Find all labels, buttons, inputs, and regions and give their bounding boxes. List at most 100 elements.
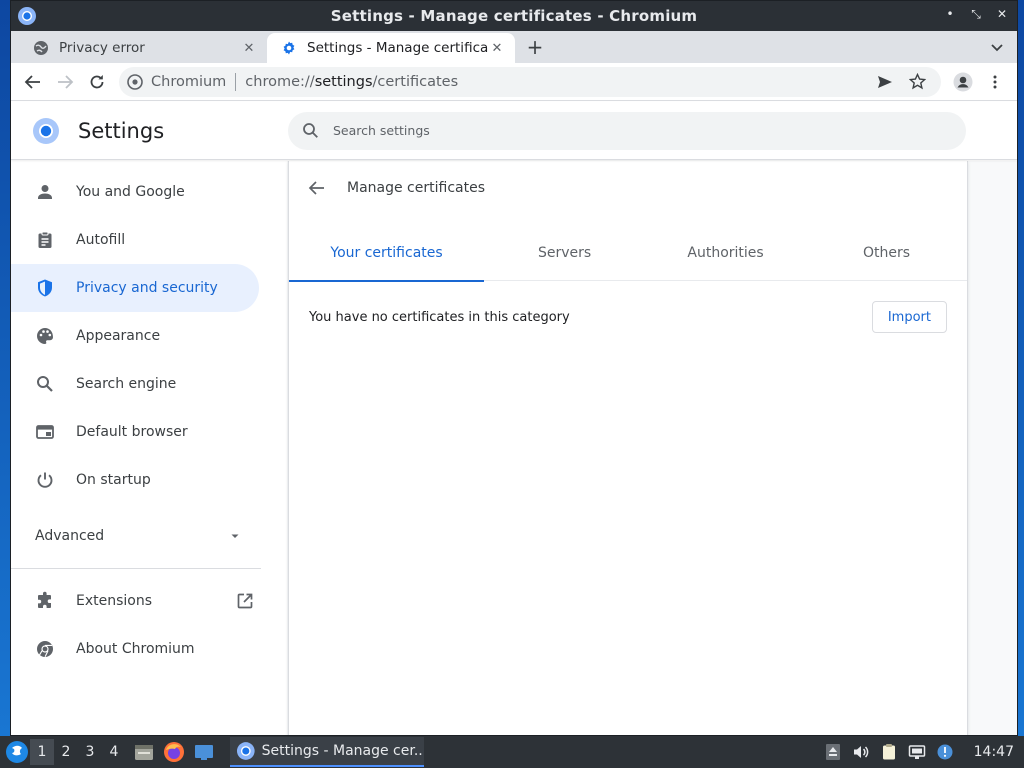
clock: 14:47 — [973, 744, 1014, 760]
network-icon[interactable] — [908, 743, 926, 761]
gear-icon — [283, 41, 295, 55]
sidebar-item-label: On startup — [76, 472, 151, 488]
tab-label: Privacy error — [59, 40, 145, 56]
manage-certificates-card: Manage certificates Your certificates Se… — [288, 161, 968, 735]
chromium-logo-icon — [33, 117, 59, 144]
import-button[interactable]: Import — [871, 301, 947, 333]
palette-icon — [37, 328, 53, 344]
reload-button[interactable] — [81, 66, 113, 98]
site-chip: Chromium — [151, 73, 227, 90]
address-bar[interactable]: Chromium chrome://settings/certificates — [119, 66, 941, 98]
sidebar-item-label: Autofill — [76, 232, 126, 248]
sidebar-item-appearance[interactable]: Appearance — [11, 312, 259, 360]
send-icon — [878, 75, 892, 88]
send-tab-button[interactable] — [869, 66, 901, 98]
taskbar: 1 2 3 4 Settings - Manage cer... 14:47 — [0, 736, 1024, 768]
workspace-4[interactable]: 4 — [102, 739, 126, 765]
new-tab-button[interactable]: + — [521, 33, 549, 61]
tab-your-certificates[interactable]: Your certificates — [289, 225, 485, 282]
browser-window: Settings - Manage certificates - Chromiu… — [10, 0, 1018, 736]
sidebar-advanced-toggle[interactable]: Advanced — [11, 512, 259, 560]
chromium-icon — [236, 742, 255, 760]
menu-button[interactable] — [979, 66, 1011, 98]
star-icon — [908, 73, 926, 90]
back-button[interactable] — [17, 66, 49, 98]
sidebar-divider — [11, 568, 261, 569]
omnibox-divider — [235, 72, 237, 91]
taskbar-task-chromium[interactable]: Settings - Manage cer... — [230, 737, 424, 767]
back-arrow-icon[interactable] — [307, 178, 327, 198]
tab-others[interactable]: Others — [806, 225, 967, 281]
avatar-icon — [953, 72, 973, 91]
sidebar-item-you-and-google[interactable]: You and Google — [11, 168, 259, 216]
open-in-new-icon — [237, 593, 253, 609]
shield-icon — [38, 279, 52, 297]
search-icon — [303, 123, 318, 138]
window-title: Settings - Manage certificates - Chromiu… — [330, 7, 698, 25]
minimize-button[interactable]: • — [943, 7, 957, 22]
chrome-logo-icon — [127, 73, 143, 90]
sidebar-item-label: You and Google — [76, 184, 185, 200]
tab-settings[interactable]: Settings - Manage certifica ✕ — [267, 33, 515, 63]
sidebar-item-default-browser[interactable]: Default browser — [11, 408, 259, 456]
forward-button[interactable] — [49, 66, 81, 98]
tab-authorities[interactable]: Authorities — [645, 225, 806, 281]
sidebar-item-label: Search engine — [76, 376, 177, 392]
workspace-3[interactable]: 3 — [78, 739, 102, 765]
tab-privacy-error[interactable]: Privacy error ✕ — [19, 33, 267, 63]
window-titlebar[interactable]: Settings - Manage certificates - Chromiu… — [11, 1, 1017, 31]
search-settings-input[interactable]: Search settings — [288, 111, 966, 150]
certificate-tabs: Your certificates Servers Authorities Ot… — [289, 225, 967, 282]
close-tab-icon[interactable]: ✕ — [489, 41, 505, 56]
eject-icon[interactable] — [824, 743, 842, 761]
file-manager-icon[interactable] — [132, 740, 156, 764]
browser-window-icon — [36, 425, 54, 439]
search-icon — [37, 376, 53, 392]
sidebar-item-search-engine[interactable]: Search engine — [11, 360, 259, 408]
sidebar-item-about-chromium[interactable]: About Chromium — [11, 625, 259, 673]
tab-strip: Privacy error ✕ Settings - Manage certif… — [11, 31, 1017, 63]
notification-icon[interactable] — [936, 743, 954, 761]
sidebar-item-autofill[interactable]: Autofill — [11, 216, 259, 264]
profile-button[interactable] — [947, 66, 979, 98]
advanced-label: Advanced — [35, 528, 105, 544]
certificate-list-empty-row: You have no certificates in this categor… — [289, 284, 967, 350]
chevron-down-icon[interactable] — [989, 39, 1005, 55]
settings-sidebar: You and Google Autofill Privacy and secu… — [11, 161, 287, 735]
volume-icon[interactable] — [852, 743, 870, 761]
firefox-icon[interactable] — [162, 740, 186, 764]
chromium-outline-icon — [37, 641, 53, 658]
workspace-1[interactable]: 1 — [30, 739, 54, 765]
sidebar-item-privacy-and-security[interactable]: Privacy and security — [11, 264, 259, 312]
clipboard-tray-icon[interactable] — [880, 743, 898, 761]
power-icon — [37, 472, 53, 488]
search-placeholder: Search settings — [333, 123, 430, 138]
tab-servers[interactable]: Servers — [484, 225, 645, 281]
chromium-icon — [18, 7, 36, 25]
sidebar-item-label: Extensions — [76, 593, 153, 609]
sidebar-item-extensions[interactable]: Extensions — [11, 577, 259, 625]
tab-label: Settings - Manage certifica — [307, 40, 489, 56]
sidebar-item-label: Appearance — [76, 328, 161, 344]
show-desktop-icon[interactable] — [192, 740, 216, 764]
page-title: Settings — [78, 118, 165, 143]
kebab-menu-icon — [993, 75, 997, 88]
subpage-title: Manage certificates — [347, 180, 485, 196]
arrow-right-icon — [58, 74, 74, 89]
maximize-button[interactable]: ⤡ — [969, 7, 983, 22]
sidebar-item-label: Privacy and security — [76, 280, 218, 296]
browser-toolbar: Chromium chrome://settings/certificates — [11, 63, 1017, 101]
bookmark-button[interactable] — [901, 66, 933, 98]
url-path: /certificates — [372, 73, 459, 90]
settings-header: Settings Search settings — [11, 102, 1017, 160]
puzzle-piece-icon — [38, 591, 51, 608]
task-label: Settings - Manage cer... — [261, 743, 424, 759]
workspace-2[interactable]: 2 — [54, 739, 78, 765]
person-icon — [38, 185, 52, 199]
start-menu-icon[interactable] — [4, 739, 30, 765]
close-tab-icon[interactable]: ✕ — [241, 41, 257, 56]
sidebar-item-on-startup[interactable]: On startup — [11, 456, 259, 504]
sidebar-item-label: Default browser — [76, 424, 188, 440]
reload-icon — [90, 74, 104, 88]
close-window-button[interactable]: ✕ — [995, 7, 1009, 22]
